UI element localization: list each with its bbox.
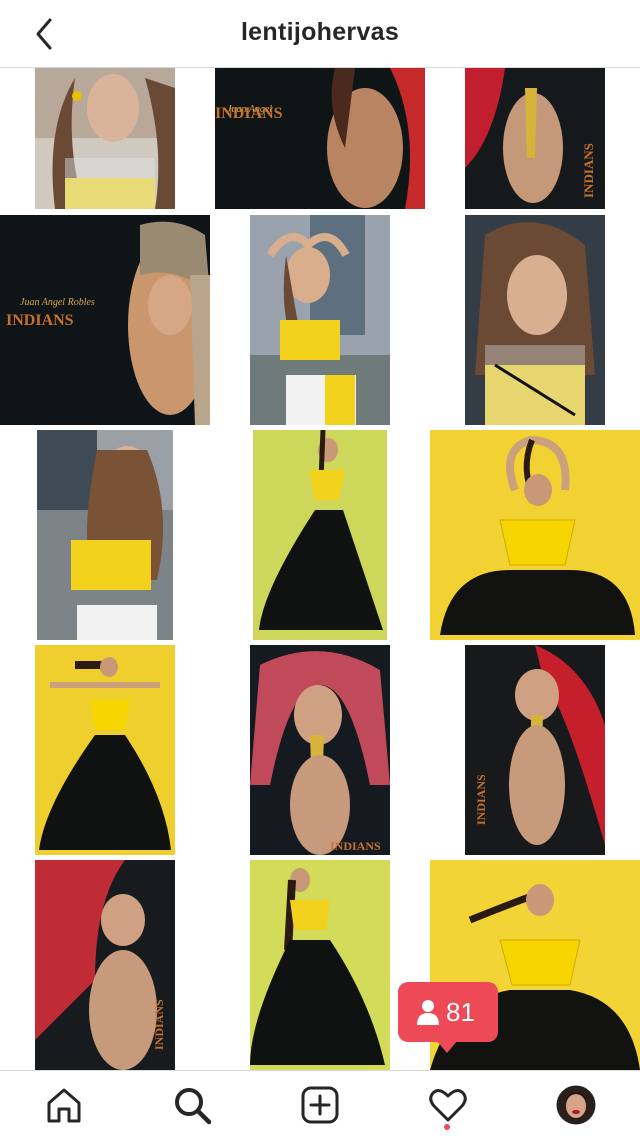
likes-notification-badge[interactable]: 81 bbox=[398, 982, 498, 1053]
tab-search[interactable] bbox=[168, 1081, 216, 1129]
photo-tile[interactable] bbox=[465, 215, 605, 425]
tab-profile[interactable] bbox=[552, 1081, 600, 1129]
photo-tile[interactable] bbox=[250, 215, 390, 425]
badge-pointer bbox=[436, 1040, 458, 1053]
photo-tile[interactable] bbox=[37, 430, 173, 640]
svg-text:INDIANS: INDIANS bbox=[581, 143, 596, 198]
indians-watermark: INDIANS bbox=[330, 839, 381, 853]
profile-avatar bbox=[556, 1085, 596, 1125]
tab-home[interactable] bbox=[40, 1081, 88, 1129]
photo-tile[interactable]: INDIANS bbox=[35, 860, 175, 1070]
indians-watermark: INDIANS bbox=[6, 312, 74, 329]
search-icon bbox=[175, 1088, 212, 1125]
photo-tile[interactable] bbox=[253, 430, 387, 640]
page-title: lentijohervas bbox=[240, 18, 400, 46]
tab-activity[interactable] bbox=[424, 1081, 472, 1129]
photo-tile[interactable]: INDIANS bbox=[250, 645, 390, 855]
tab-new-post[interactable] bbox=[296, 1081, 344, 1129]
photo-tile[interactable] bbox=[35, 68, 175, 209]
notification-count: 81 bbox=[446, 997, 475, 1027]
bottom-tab-bar bbox=[0, 1070, 640, 1138]
svg-text:Juan Angel Robles: Juan Angel Robles bbox=[20, 297, 95, 308]
indians-watermark: INDIANS bbox=[215, 105, 283, 122]
photo-tile[interactable] bbox=[250, 860, 390, 1070]
photo-tile[interactable] bbox=[430, 430, 640, 640]
photo-tile[interactable]: INDIANS bbox=[465, 645, 605, 855]
person-icon bbox=[417, 1000, 439, 1025]
heart-icon bbox=[429, 1089, 467, 1122]
photo-tile[interactable]: INDIANS bbox=[465, 68, 605, 209]
photo-tile[interactable] bbox=[35, 645, 175, 855]
photo-grid: Juan Angel INDIANS INDIANS Juan Angel Ro… bbox=[0, 68, 640, 1070]
svg-text:INDIANS: INDIANS bbox=[152, 999, 166, 1050]
top-header: lentijohervas bbox=[0, 0, 640, 68]
photo-tile[interactable]: Juan Angel INDIANS bbox=[215, 68, 425, 209]
svg-text:INDIANS: INDIANS bbox=[474, 774, 488, 825]
activity-indicator-dot bbox=[444, 1124, 450, 1130]
add-post-icon bbox=[301, 1086, 339, 1124]
photo-tile[interactable]: Juan Angel Robles INDIANS bbox=[0, 215, 210, 425]
home-icon bbox=[47, 1088, 81, 1123]
